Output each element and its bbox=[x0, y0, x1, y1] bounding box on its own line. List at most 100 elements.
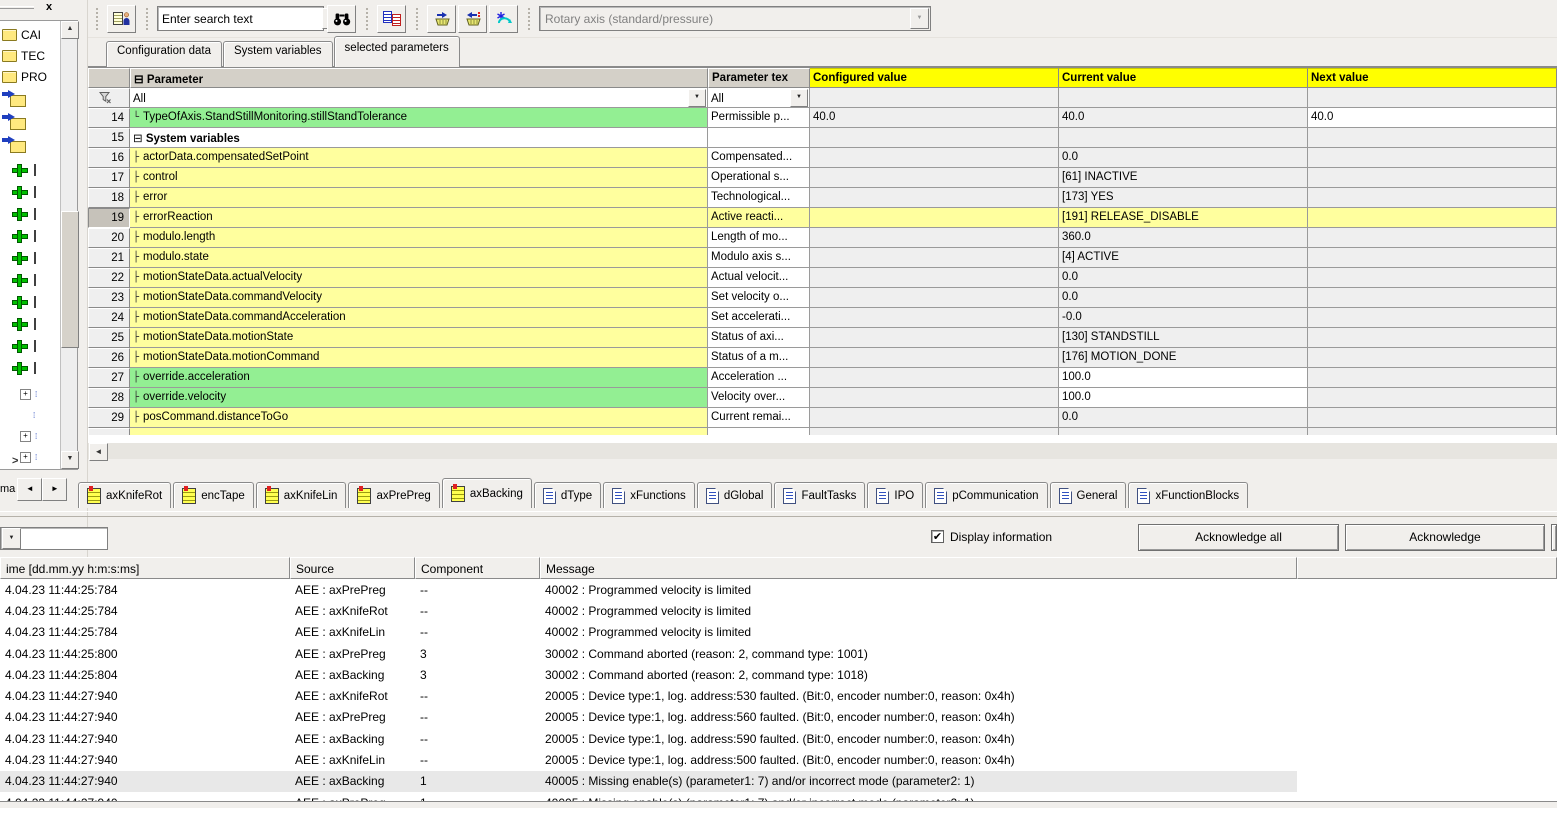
next-value-cell[interactable] bbox=[1308, 348, 1557, 368]
expert-list-button[interactable] bbox=[107, 5, 136, 33]
filter-cell[interactable] bbox=[88, 88, 130, 108]
log-row[interactable]: 4.04.23 11:44:27:940AEE : axBacking--200… bbox=[0, 728, 1557, 749]
current-value-cell[interactable]: [191] RELEASE_DISABLE bbox=[1059, 208, 1308, 228]
current-value-cell[interactable]: 0.0 bbox=[1059, 268, 1308, 288]
toolbar-grip[interactable] bbox=[528, 8, 533, 30]
parameter-name-cell[interactable]: ├motionStateData.motionCommand bbox=[130, 348, 708, 368]
next-value-cell[interactable] bbox=[1308, 168, 1557, 188]
log-time-column-header[interactable]: ime [dd.mm.yy h:m:s:ms] bbox=[0, 557, 290, 579]
configured-value-cell[interactable] bbox=[810, 368, 1059, 388]
panel-divider[interactable] bbox=[0, 511, 1557, 517]
log-message-column-header[interactable]: Message bbox=[540, 557, 1297, 579]
current-value-cell[interactable]: 0.0 bbox=[1059, 408, 1308, 428]
next-value-cell[interactable] bbox=[1308, 248, 1557, 268]
toolbar-grip[interactable] bbox=[146, 8, 151, 30]
log-row[interactable]: 4.04.23 11:44:27:940AEE : axKnifeLin--20… bbox=[0, 749, 1557, 770]
sheet-tab-General[interactable]: General bbox=[1050, 482, 1127, 508]
parameter-name-cell[interactable]: ├posCommand.distanceToGo bbox=[130, 408, 708, 428]
sheet-tab-axKnifeLin[interactable]: axKnifeLin bbox=[256, 482, 347, 508]
tree-axis-item[interactable] bbox=[2, 162, 36, 178]
parameter-name-cell[interactable]: ├override.acceleration bbox=[130, 368, 708, 388]
message-filter-dropdown-button[interactable]: ▼ bbox=[2, 528, 21, 549]
parameter-text-filter-dropdown-button[interactable]: ▼ bbox=[790, 89, 808, 107]
restart-button[interactable] bbox=[489, 5, 518, 33]
tree-insert-object-item[interactable] bbox=[2, 139, 26, 155]
log-row[interactable]: 4.04.23 11:44:25:784AEE : axPrePreg--400… bbox=[0, 579, 1557, 600]
tree-axis-item[interactable] bbox=[2, 294, 36, 310]
pane-grip[interactable] bbox=[0, 6, 34, 9]
tree-axis-item[interactable] bbox=[2, 338, 36, 354]
current-value-cell[interactable]: [176] MOTION_DONE bbox=[1059, 348, 1308, 368]
toolbar-grip[interactable] bbox=[416, 8, 421, 30]
configured-value-cell[interactable] bbox=[810, 148, 1059, 168]
parameter-text-cell[interactable]: Velocity over... bbox=[708, 388, 810, 408]
parameter-name-cell[interactable]: ├error bbox=[130, 188, 708, 208]
parameter-table-horizontal-scrollbar[interactable]: ◄ bbox=[88, 442, 1557, 459]
next-value-cell[interactable] bbox=[1308, 208, 1557, 228]
collapse-icon[interactable]: ⊟ bbox=[134, 74, 144, 86]
sheet-tab-axPrePreg[interactable]: axPrePreg bbox=[348, 482, 439, 508]
configured-value-cell[interactable] bbox=[810, 208, 1059, 228]
tree-expandable-item[interactable]: +⁞ bbox=[2, 386, 37, 402]
next-value-cell[interactable]: 40.0 bbox=[1308, 108, 1557, 128]
parameter-text-filter-combobox[interactable]: All ▼ bbox=[708, 88, 810, 108]
parameter-name-cell[interactable]: ├motionStateData.actualVelocity bbox=[130, 268, 708, 288]
message-filter-combobox[interactable]: ▼ bbox=[0, 527, 108, 550]
row-number-cell[interactable] bbox=[88, 428, 130, 435]
parameter-text-cell[interactable]: Modulo axis s... bbox=[708, 248, 810, 268]
search-input[interactable] bbox=[158, 12, 321, 26]
next-value-cell[interactable] bbox=[1308, 148, 1557, 168]
tree-scrollbar[interactable]: ▲ ▼ bbox=[60, 21, 77, 469]
tree-scroll-right-arrow[interactable]: > bbox=[12, 455, 26, 469]
view-tab-selected-parameters[interactable]: selected parameters bbox=[334, 36, 460, 67]
toolbar-grip[interactable] bbox=[366, 8, 371, 30]
display-information-checkbox[interactable]: ✔ bbox=[931, 530, 944, 543]
tree-axis-item[interactable] bbox=[2, 250, 36, 266]
search-combobox[interactable]: ▼ bbox=[157, 6, 324, 31]
parameter-name-cell[interactable]: ├motionStateData.commandVelocity bbox=[130, 288, 708, 308]
tree-expandable-item[interactable]: ⁞ bbox=[2, 407, 35, 423]
parameter-name-cell[interactable]: ├errorReaction bbox=[130, 208, 708, 228]
tree-folder-item[interactable]: TEC bbox=[2, 48, 45, 64]
row-number-cell[interactable]: 17 bbox=[88, 168, 130, 188]
log-row[interactable]: 4.04.23 11:44:27:940AEE : axPrePreg--200… bbox=[0, 707, 1557, 728]
parameter-name-cell[interactable]: ├motionStateData.motionState bbox=[130, 328, 708, 348]
configured-value-cell[interactable] bbox=[810, 168, 1059, 188]
row-number-cell[interactable]: 16 bbox=[88, 148, 130, 168]
row-number-cell[interactable]: 19 bbox=[88, 208, 130, 228]
configured-value-cell[interactable] bbox=[810, 288, 1059, 308]
configured-value-cell[interactable] bbox=[810, 228, 1059, 248]
parameter-filter-combobox[interactable]: All ▼ bbox=[130, 88, 708, 108]
tree-insert-object-item[interactable] bbox=[2, 116, 26, 132]
sheet-tab-xFunctions[interactable]: xFunctions bbox=[603, 482, 695, 508]
current-value-cell[interactable]: [61] INACTIVE bbox=[1059, 168, 1308, 188]
tree-folder-item[interactable]: CAI bbox=[2, 27, 41, 43]
view-tab-configuration-data[interactable]: Configuration data bbox=[106, 41, 222, 67]
parameter-filter-dropdown-button[interactable]: ▼ bbox=[688, 89, 706, 107]
next-value-cell[interactable] bbox=[1308, 308, 1557, 328]
row-number-cell[interactable]: 27 bbox=[88, 368, 130, 388]
parameter-name-cell[interactable]: ├modulo.state bbox=[130, 248, 708, 268]
parameter-name-cell[interactable]: ├control bbox=[130, 168, 708, 188]
log-row[interactable]: 4.04.23 11:44:25:804AEE : axBacking33000… bbox=[0, 664, 1557, 685]
sheet-tab-FaultTasks[interactable]: FaultTasks bbox=[774, 482, 865, 508]
row-number-cell[interactable]: 28 bbox=[88, 388, 130, 408]
row-number-cell[interactable]: 18 bbox=[88, 188, 130, 208]
collapse-icon[interactable]: ⊟ bbox=[133, 133, 146, 145]
parameter-group-cell[interactable]: ⊟ System variables bbox=[130, 128, 708, 148]
parameter-name-cell[interactable]: ├motionStateData.commandAcceleration bbox=[130, 308, 708, 328]
display-information-label[interactable]: Display information bbox=[950, 530, 1052, 544]
current-value-cell[interactable]: 100.0 bbox=[1059, 388, 1308, 408]
tab-scroll-right-button[interactable]: ► bbox=[42, 478, 67, 501]
acknowledge-all-button[interactable]: Acknowledge all bbox=[1138, 524, 1339, 551]
parameter-text-cell[interactable]: Permissible p... bbox=[708, 108, 810, 128]
current-value-cell[interactable]: [130] STANDSTILL bbox=[1059, 328, 1308, 348]
configured-value-cell[interactable]: 40.0 bbox=[810, 108, 1059, 128]
log-row[interactable]: 4.04.23 11:44:25:784AEE : axKnifeLin--40… bbox=[0, 622, 1557, 643]
row-number-cell[interactable]: 14 bbox=[88, 108, 130, 128]
next-value-cell[interactable] bbox=[1308, 188, 1557, 208]
configured-value-cell[interactable] bbox=[810, 388, 1059, 408]
log-row[interactable]: 4.04.23 11:44:27:940AEE : axKnifeRot--20… bbox=[0, 685, 1557, 706]
tree-axis-item[interactable] bbox=[2, 360, 36, 376]
parameter-text-cell[interactable]: Set velocity o... bbox=[708, 288, 810, 308]
